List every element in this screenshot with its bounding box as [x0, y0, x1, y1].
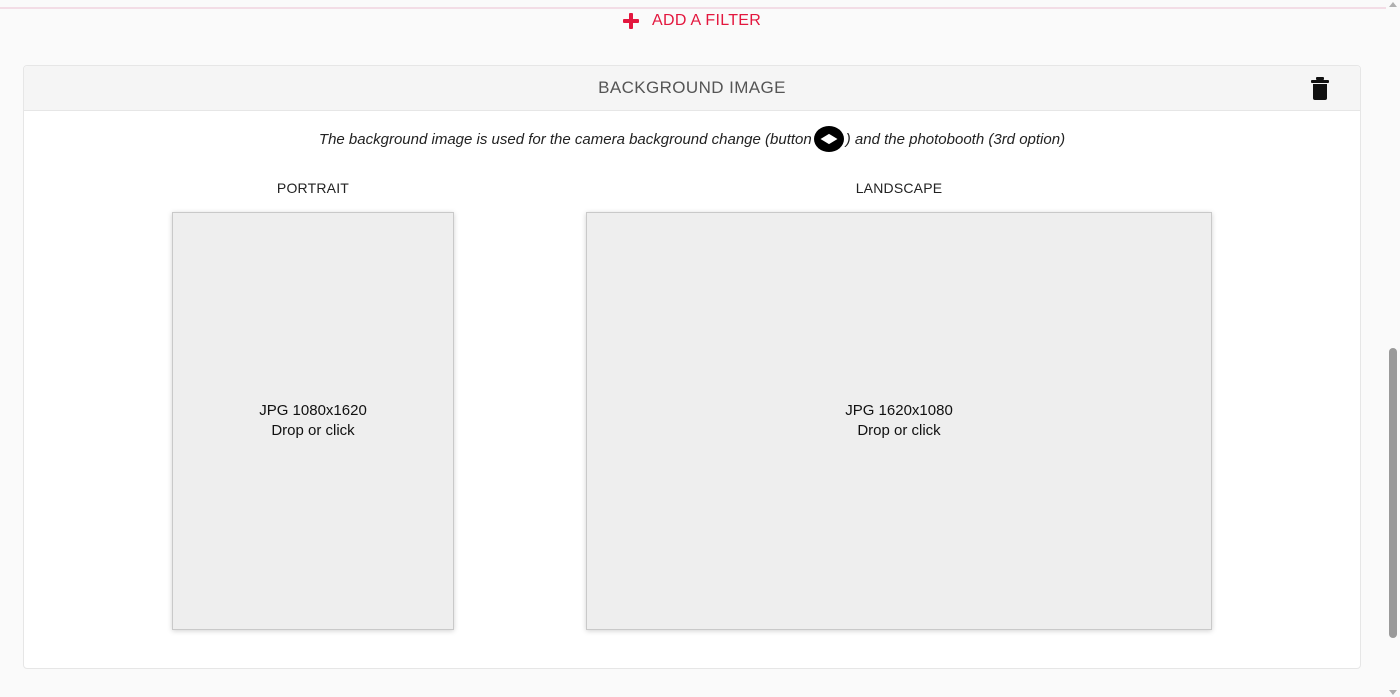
add-filter-button[interactable]: ADD A FILTER	[620, 8, 761, 34]
landscape-dropzone[interactable]: JPG 1620x1080 Drop or click	[586, 212, 1212, 630]
scroll-down-arrow-icon[interactable]	[1389, 690, 1397, 695]
scrollbar-thumb[interactable]	[1389, 348, 1397, 638]
panel-title: BACKGROUND IMAGE	[598, 78, 786, 97]
description-text-after: ) and the photobooth (3rd option)	[845, 130, 1066, 148]
panel-description: The background image is used for the cam…	[24, 126, 1360, 152]
landscape-hint: Drop or click	[857, 422, 941, 439]
background-image-panel: BACKGROUND IMAGE The background image is…	[23, 65, 1361, 669]
portrait-format: JPG 1080x1620	[259, 402, 367, 419]
panel-header: BACKGROUND IMAGE	[24, 66, 1360, 111]
landscape-format: JPG 1620x1080	[845, 402, 953, 419]
page-scrollbar[interactable]	[1388, 0, 1398, 697]
trash-icon[interactable]	[1310, 77, 1330, 101]
scroll-up-arrow-icon[interactable]	[1389, 2, 1397, 7]
add-filter-label: ADD A FILTER	[652, 12, 762, 29]
layers-icon	[813, 126, 844, 152]
portrait-dropzone[interactable]: JPG 1080x1620 Drop or click	[172, 212, 454, 630]
plus-icon	[620, 10, 642, 32]
portrait-hint: Drop or click	[271, 422, 355, 439]
description-text-before: The background image is used for the cam…	[318, 130, 812, 148]
portrait-label: PORTRAIT	[276, 180, 350, 196]
landscape-label: LANDSCAPE	[855, 180, 943, 196]
